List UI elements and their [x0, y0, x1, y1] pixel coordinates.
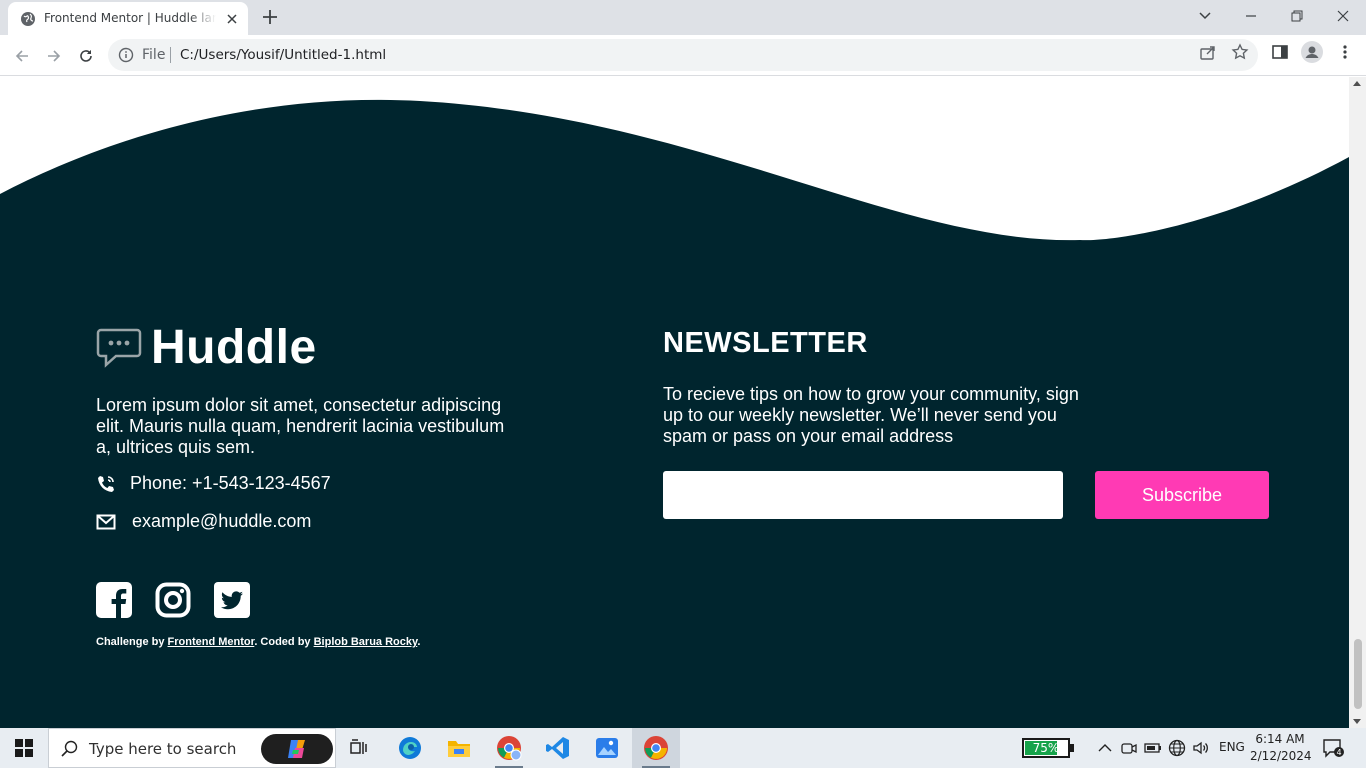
clock-date: 2/12/2024: [1250, 749, 1312, 763]
newsletter-title: NEWSLETTER: [663, 327, 868, 359]
instagram-icon[interactable]: [155, 582, 191, 618]
globe-icon: [21, 12, 35, 26]
language-indicator[interactable]: ENG: [1219, 740, 1245, 754]
url-text[interactable]: C:/Users/Yousif/Untitled-1.html: [180, 47, 386, 63]
windows-taskbar: Type here to search 75% ENG 6:14 AM 2/12…: [0, 728, 1366, 768]
mail-icon: [96, 514, 116, 529]
taskbar-search[interactable]: Type here to search: [48, 728, 336, 768]
phone-text: Phone: +1-543-123-4567: [130, 473, 331, 493]
url-scheme: File: [142, 47, 166, 63]
battery-nub: [1070, 744, 1074, 752]
info-icon[interactable]: [118, 47, 134, 63]
address-bar[interactable]: File C:/Users/Yousif/Untitled-1.html: [108, 39, 1258, 71]
tab-title: Frontend Mentor | Huddle landing page: [44, 11, 216, 25]
chevron-up-icon[interactable]: [1096, 739, 1114, 757]
photos-icon[interactable]: [583, 728, 631, 768]
search-icon: [61, 740, 78, 757]
notification-count: 4: [1336, 748, 1341, 757]
facebook-icon[interactable]: [96, 582, 132, 618]
newsletter-email-input[interactable]: [663, 471, 1063, 519]
credit-prefix: Challenge by: [96, 636, 168, 648]
file-explorer-icon[interactable]: [435, 728, 483, 768]
credit-suffix: .: [417, 636, 421, 648]
browser-toolbar: File C:/Users/Yousif/Untitled-1.html: [0, 35, 1366, 76]
logo[interactable]: Huddle: [96, 324, 317, 372]
scroll-up-icon[interactable]: [1353, 81, 1361, 86]
close-tab-icon[interactable]: [224, 11, 240, 27]
notifications-icon[interactable]: 4: [1322, 738, 1344, 758]
battery-percent: 75%: [1032, 741, 1060, 755]
clock[interactable]: 6:14 AM 2/12/2024: [1250, 731, 1312, 765]
newsletter-description: To recieve tips on how to grow your comm…: [663, 384, 1079, 446]
volume-icon[interactable]: [1192, 739, 1210, 757]
tab-search-icon[interactable]: [1182, 0, 1228, 32]
battery-tray-icon[interactable]: [1144, 739, 1162, 757]
new-tab-icon[interactable]: [258, 5, 282, 29]
logo-text: Huddle: [151, 321, 317, 374]
email-contact: example@huddle.com: [96, 511, 311, 532]
twitter-icon[interactable]: [214, 582, 250, 618]
network-globe-icon[interactable]: [1168, 739, 1186, 757]
task-view-icon[interactable]: [336, 728, 384, 768]
credit-middle: . Coded by: [254, 636, 314, 648]
close-window-icon[interactable]: [1320, 0, 1366, 32]
attribution: Challenge by Frontend Mentor. Coded by B…: [96, 636, 420, 648]
social-links: [96, 582, 250, 618]
restore-icon[interactable]: [1274, 0, 1320, 32]
reload-icon[interactable]: [73, 43, 99, 69]
author-link[interactable]: Biplob Barua Rocky: [314, 636, 418, 648]
share-icon[interactable]: [1199, 43, 1217, 61]
phone-icon: [98, 475, 114, 492]
menu-kebab-icon[interactable]: [1336, 43, 1354, 61]
edge-icon[interactable]: [386, 728, 434, 768]
browser-tab-strip: Frontend Mentor | Huddle landing page: [0, 0, 1366, 35]
profile-avatar-icon[interactable]: [1301, 41, 1323, 63]
minimize-icon[interactable]: [1228, 0, 1274, 32]
about-text: Lorem ipsum dolor sit amet, consectetur …: [96, 395, 505, 457]
url-separator: [170, 47, 171, 63]
frontend-mentor-link[interactable]: Frontend Mentor: [168, 636, 255, 648]
wave-divider: [0, 77, 1349, 241]
windows-start-icon[interactable]: [0, 728, 48, 768]
phone-contact: Phone: +1-543-123-4567: [96, 473, 331, 494]
side-panel-icon[interactable]: [1271, 43, 1289, 61]
page-footer: Huddle Lorem ipsum dolor sit amet, conse…: [0, 77, 1349, 728]
back-icon[interactable]: [9, 43, 35, 69]
chat-bubble-icon: [96, 328, 142, 368]
meet-now-icon[interactable]: [1120, 739, 1138, 757]
copilot-icon[interactable]: [261, 734, 333, 764]
forward-icon[interactable]: [41, 43, 67, 69]
chrome-icon[interactable]: [632, 728, 680, 768]
scroll-down-icon[interactable]: [1353, 719, 1361, 724]
scrollbar-thumb[interactable]: [1354, 639, 1362, 709]
browser-tab[interactable]: Frontend Mentor | Huddle landing page: [8, 2, 248, 35]
bookmark-star-icon[interactable]: [1231, 43, 1249, 61]
vscode-icon[interactable]: [534, 728, 582, 768]
email-text[interactable]: example@huddle.com: [132, 511, 311, 532]
page-scrollbar[interactable]: [1349, 77, 1366, 728]
clock-time: 6:14 AM: [1255, 732, 1305, 746]
chrome-profile-icon[interactable]: [485, 728, 533, 768]
search-placeholder: Type here to search: [89, 740, 237, 758]
battery-indicator[interactable]: 75%: [1022, 738, 1074, 758]
subscribe-button[interactable]: Subscribe: [1095, 471, 1269, 519]
